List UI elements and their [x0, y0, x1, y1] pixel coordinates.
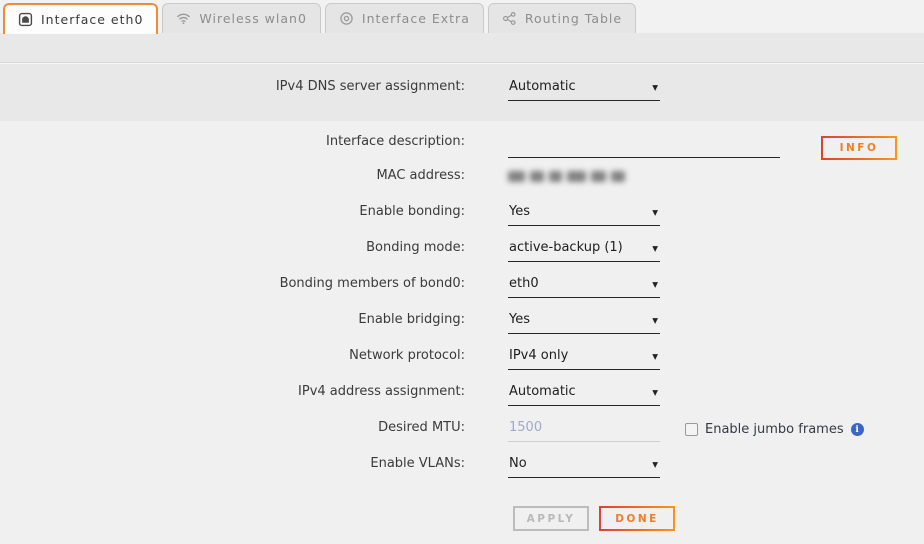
tab-bar: Interface eth0 Wireless wlan0 Interface … [0, 0, 924, 33]
tab-interface-extra[interactable]: Interface Extra [325, 3, 484, 33]
mac-address-value-redacted [508, 168, 625, 182]
mac-address-label: MAC address: [0, 168, 465, 204]
chevron-down-icon: ▼ [652, 352, 658, 361]
dns-row: IPv4 DNS server assignment: Automatic ▼ [0, 63, 924, 121]
bond-members-select[interactable]: eth0 ▼ [508, 276, 660, 298]
tab-label: Wireless wlan0 [199, 11, 307, 26]
done-button[interactable]: DONE [599, 506, 675, 531]
network-protocol-row: Network protocol: IPv4 only ▼ [0, 348, 924, 384]
tab-interface-eth0[interactable]: Interface eth0 [3, 3, 158, 34]
bonding-mode-row: Bonding mode: active-backup (1) ▼ [0, 240, 924, 276]
tab-label: Interface eth0 [41, 12, 143, 27]
enable-bridging-label: Enable bridging: [0, 312, 465, 348]
chevron-down-icon: ▼ [652, 280, 658, 289]
apply-button[interactable]: APPLY [513, 506, 589, 531]
tab-label: Interface Extra [362, 11, 470, 26]
ipv4-assignment-select[interactable]: Automatic ▼ [508, 384, 660, 406]
jumbo-info-icon[interactable]: i [851, 423, 864, 436]
enable-bridging-select[interactable]: Yes ▼ [508, 312, 660, 334]
mtu-label: Desired MTU: [0, 420, 465, 456]
tab-routing-table[interactable]: Routing Table [488, 3, 636, 33]
dns-assignment-label: IPv4 DNS server assignment: [0, 79, 465, 121]
description-label: Interface description: [0, 134, 465, 168]
chevron-down-icon: ▼ [652, 388, 658, 397]
band-spacer [0, 33, 924, 63]
mtu-row: Desired MTU: 1500 Enable jumbo frames i [0, 420, 924, 456]
tab-wireless-wlan0[interactable]: Wireless wlan0 [162, 3, 321, 33]
bonding-mode-select[interactable]: active-backup (1) ▼ [508, 240, 660, 262]
ipv4-assignment-label: IPv4 address assignment: [0, 384, 465, 420]
ethernet-icon [18, 12, 33, 27]
mtu-input-disabled: 1500 [508, 420, 660, 442]
bonding-mode-label: Bonding mode: [0, 240, 465, 276]
network-protocol-select[interactable]: IPv4 only ▼ [508, 348, 660, 370]
chevron-down-icon: ▼ [652, 316, 658, 325]
enable-bonding-label: Enable bonding: [0, 204, 465, 240]
chevron-down-icon: ▼ [652, 83, 658, 92]
jumbo-frames-group: Enable jumbo frames i [685, 420, 864, 438]
bond-members-row: Bonding members of bond0: eth0 ▼ [0, 276, 924, 312]
chevron-down-icon: ▼ [652, 460, 658, 469]
tab-label: Routing Table [525, 11, 622, 26]
jumbo-frames-label: Enable jumbo frames [705, 422, 844, 437]
description-input[interactable] [508, 138, 780, 158]
ipv4-assignment-row: IPv4 address assignment: Automatic ▼ [0, 384, 924, 420]
enable-bonding-select[interactable]: Yes ▼ [508, 204, 660, 226]
interface-form: INFO Interface description: MAC address:… [0, 121, 924, 544]
description-row: Interface description: [0, 134, 924, 168]
chevron-down-icon: ▼ [652, 208, 658, 217]
vlans-label: Enable VLANs: [0, 456, 465, 492]
bond-members-label: Bonding members of bond0: [0, 276, 465, 312]
enable-bonding-row: Enable bonding: Yes ▼ [0, 204, 924, 240]
enable-bridging-row: Enable bridging: Yes ▼ [0, 312, 924, 348]
mac-address-row: MAC address: [0, 168, 924, 204]
jumbo-frames-checkbox[interactable] [685, 423, 698, 436]
chevron-down-icon: ▼ [652, 244, 658, 253]
dns-assignment-select[interactable]: Automatic ▼ [508, 79, 660, 101]
vlans-select[interactable]: No ▼ [508, 456, 660, 478]
info-button[interactable]: INFO [821, 136, 897, 160]
network-protocol-label: Network protocol: [0, 348, 465, 384]
wifi-icon [176, 11, 191, 26]
form-actions: APPLY DONE [513, 506, 924, 531]
dns-section: IPv4 DNS server assignment: Automatic ▼ [0, 33, 924, 121]
share-nodes-icon [502, 11, 517, 26]
target-icon [339, 11, 354, 26]
vlans-row: Enable VLANs: No ▼ [0, 456, 924, 492]
